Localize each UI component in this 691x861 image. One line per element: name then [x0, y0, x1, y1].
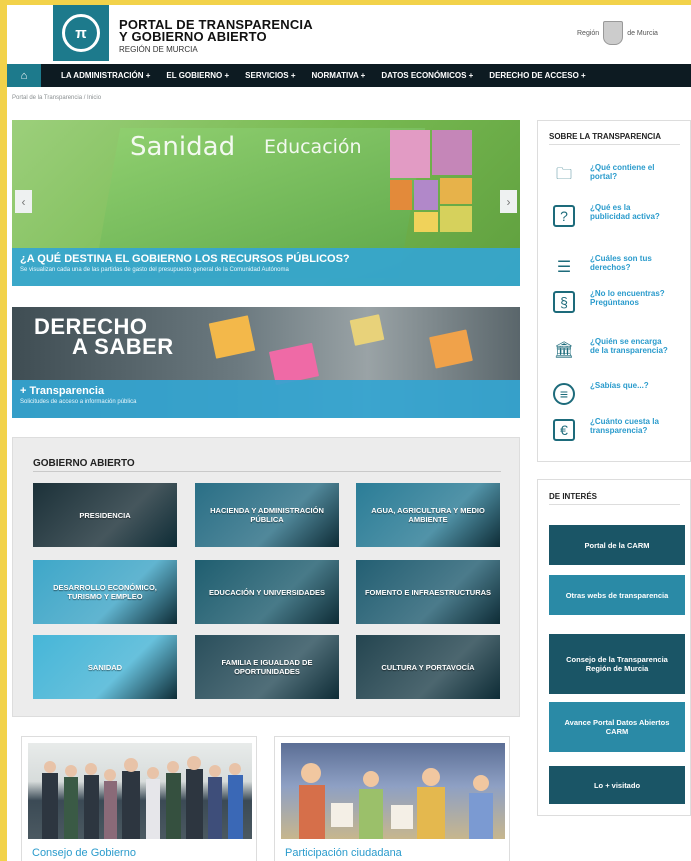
region-label-left: Región [577, 29, 600, 37]
interes-button-otras-webs[interactable]: Otras webs de transparencia [549, 575, 685, 615]
hero-caption[interactable]: ¿A QUÉ DESTINA EL GOBIERNO LOS RECURSOS … [12, 248, 520, 286]
tile-cultura[interactable]: CULTURA Y PORTAVOCÍA [356, 635, 500, 699]
main-nav: ⌂ LA ADMINISTRACIÓN + EL GOBIERNO + SERV… [7, 64, 691, 87]
gobierno-abierto-section: GOBIERNO ABIERTO PRESIDENCIA HACIENDA Y A… [12, 437, 520, 717]
derecho-headline: DERECHO A SABER [34, 316, 174, 359]
hero-treemap-decoration [390, 130, 480, 235]
carousel-prev-button[interactable]: ‹ [15, 190, 32, 213]
carousel-next-button[interactable]: › [500, 190, 517, 213]
nav-item-datos-economicos[interactable]: DATOS ECONÓMICOS + [381, 71, 473, 80]
sobre-item-label: ¿Cuánto cuesta la transparencia? [590, 417, 659, 435]
page: π PORTAL DE TRANSPARENCIA Y GOBIERNO ABI… [7, 5, 691, 861]
tile-fomento[interactable]: FOMENTO E INFRAESTRUCTURAS [356, 560, 500, 624]
interes-button-consejo-transparencia[interactable]: Consejo de la Transparencia Región de Mu… [549, 634, 685, 694]
card-consejo-gobierno[interactable]: Consejo de Gobierno [21, 736, 257, 861]
card-participacion-label: Participación ciudadana [285, 847, 402, 859]
divider [33, 471, 501, 472]
de-interes-panel: DE INTERÉS Portal de la CARM Otras webs d… [537, 479, 691, 816]
list-icon: ☰ [556, 259, 572, 276]
sobre-item-derechos[interactable]: ☰ ¿Cuáles son tus derechos? [553, 254, 683, 278]
home-button[interactable]: ⌂ [7, 64, 41, 87]
tile-presidencia[interactable]: PRESIDENCIA [33, 483, 177, 547]
derecho-subtitle: Solicitudes de acceso a información públ… [20, 399, 137, 405]
nav-item-normativa[interactable]: NORMATIVA + [312, 71, 366, 80]
nav-item-gobierno[interactable]: EL GOBIERNO + [166, 71, 229, 80]
region-murcia-logo[interactable]: Región de Murcia [577, 21, 658, 45]
region-label-right: de Murcia [627, 29, 658, 37]
chat-icon: ≡ [553, 383, 575, 405]
crest-icon [603, 21, 624, 45]
gobierno-abierto-title: GOBIERNO ABIERTO [33, 458, 135, 469]
divider [549, 504, 680, 505]
interes-button-avance-datos-abiertos[interactable]: Avance Portal Datos Abiertos CARM [549, 702, 685, 752]
card-consejo-label: Consejo de Gobierno [32, 847, 136, 859]
card-participacion[interactable]: Participación ciudadana [274, 736, 510, 861]
nav-item-administracion[interactable]: LA ADMINISTRACIÓN + [61, 71, 150, 80]
participacion-photo [281, 743, 505, 839]
sobre-transparencia-panel: SOBRE LA TRANSPARENCIA 🗀 ¿Qué contiene e… [537, 120, 691, 462]
de-interes-title: DE INTERÉS [549, 492, 598, 501]
derecho-a-saber-banner[interactable]: DERECHO A SABER + Transparencia Solicitu… [12, 307, 520, 418]
hero-word-educacion: Educación [264, 136, 362, 158]
cost-document-icon: € [553, 419, 575, 441]
brand-line-3: REGIÓN DE MURCIA [119, 45, 198, 54]
sobre-item-quien[interactable]: 🏛 ¿Quién se encarga de la transparencia? [553, 337, 683, 361]
sobre-item-label: ¿Sabías que...? [590, 381, 649, 390]
question-doc-icon: § [553, 291, 575, 313]
tile-desarrollo[interactable]: DESARROLLO ECONÓMICO, TURISMO Y EMPLEO [33, 560, 177, 624]
derecho-line-2: A SABER [72, 334, 174, 359]
interes-button-portal-carm[interactable]: Portal de la CARM [549, 525, 685, 565]
tile-sanidad[interactable]: SANIDAD [33, 635, 177, 699]
chevron-right-icon: › [506, 194, 511, 209]
nav-item-derecho-acceso[interactable]: DERECHO DE ACCESO + [489, 71, 585, 80]
hero-carousel[interactable]: Sanidad Educación ‹ › ¿A QUÉ DESTINA EL … [12, 120, 520, 286]
sobre-item-preguntanos[interactable]: § ¿No lo encuentras? Pregúntanos [553, 289, 683, 313]
sobre-item-publicidad[interactable]: ? ¿Qué es la publicidad activa? [553, 203, 683, 227]
tile-familia[interactable]: FAMILIA E IGUALDAD DE OPORTUNIDADES [195, 635, 339, 699]
sobre-item-sabias[interactable]: ≡ ¿Sabías que...? [553, 381, 683, 405]
sobre-item-label: ¿Cuáles son tus derechos? [590, 254, 652, 272]
home-icon: ⌂ [20, 69, 28, 82]
hero-word-sanidad: Sanidad [130, 132, 236, 162]
derecho-title: + Transparencia [20, 385, 105, 397]
sobre-item-coste[interactable]: € ¿Cuánto cuesta la transparencia? [553, 417, 683, 441]
divider [549, 144, 680, 145]
logo-emblem-icon: π [62, 14, 100, 52]
tile-educacion[interactable]: EDUCACIÓN Y UNIVERSIDADES [195, 560, 339, 624]
chevron-left-icon: ‹ [21, 194, 26, 209]
breadcrumb[interactable]: Portal de la Transparencia / Inicio [12, 95, 101, 101]
hero-subtitle: Se visualizan cada una de las partidas d… [20, 267, 289, 273]
sobre-item-label: ¿Quién se encarga de la transparencia? [590, 337, 668, 355]
tile-hacienda[interactable]: HACIENDA Y ADMINISTRACIÓN PÚBLICA [195, 483, 339, 547]
institution-icon: 🏛 [553, 342, 575, 359]
sobre-item-contenido[interactable]: 🗀 ¿Qué contiene el portal? [553, 163, 683, 187]
portal-logo[interactable]: π [53, 5, 109, 61]
consejo-gobierno-photo [28, 743, 252, 839]
sobre-title: SOBRE LA TRANSPARENCIA [549, 132, 662, 141]
sobre-item-label: ¿Qué es la publicidad activa? [590, 203, 660, 221]
site-header: π PORTAL DE TRANSPARENCIA Y GOBIERNO ABI… [7, 5, 691, 63]
sobre-item-label: ¿Qué contiene el portal? [590, 163, 655, 181]
interes-button-lo-mas-visitado[interactable]: Lo + visitado [549, 766, 685, 804]
sobre-item-label: ¿No lo encuentras? Pregúntanos [590, 289, 665, 307]
hero-title: ¿A QUÉ DESTINA EL GOBIERNO LOS RECURSOS … [20, 253, 350, 265]
tile-agua[interactable]: AGUA, AGRICULTURA Y MEDIO AMBIENTE [356, 483, 500, 547]
nav-item-servicios[interactable]: SERVICIOS + [245, 71, 295, 80]
brand-title[interactable]: PORTAL DE TRANSPARENCIA Y GOBIERNO ABIER… [119, 18, 313, 54]
derecho-caption[interactable]: + Transparencia Solicitudes de acceso a … [12, 380, 520, 418]
document-question-icon: ? [553, 205, 575, 227]
brand-line-2: Y GOBIERNO ABIERTO [119, 29, 267, 44]
folder-icon: 🗀 [555, 165, 572, 183]
